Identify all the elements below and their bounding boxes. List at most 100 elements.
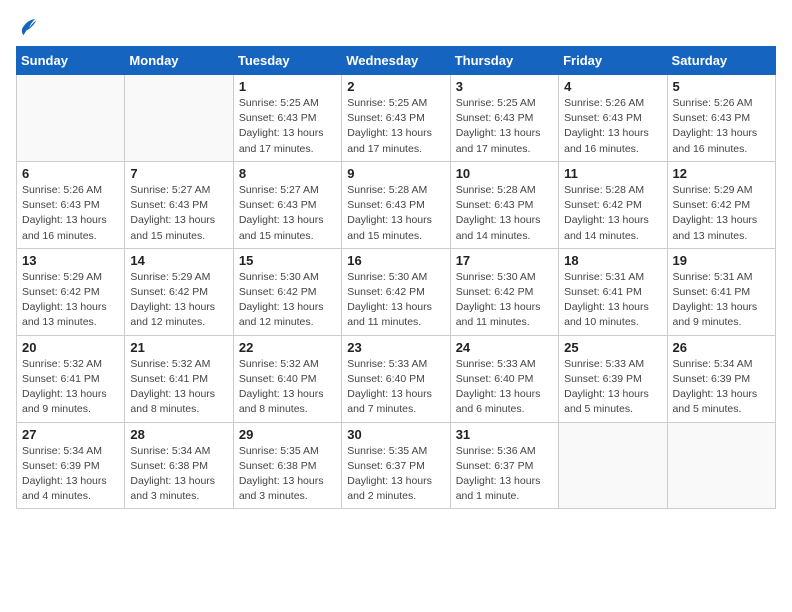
day-number: 30 [347,427,444,442]
day-info: Sunrise: 5:25 AM Sunset: 6:43 PM Dayligh… [456,96,553,157]
calendar-cell: 1 Sunrise: 5:25 AM Sunset: 6:43 PM Daylig… [233,75,341,162]
logo-bird-icon [16,16,38,38]
calendar-cell: 26 Sunrise: 5:34 AM Sunset: 6:39 PM Dayli… [667,335,775,422]
day-number: 29 [239,427,336,442]
day-number: 18 [564,253,661,268]
day-info: Sunrise: 5:26 AM Sunset: 6:43 PM Dayligh… [673,96,770,157]
calendar-header-row: SundayMondayTuesdayWednesdayThursdayFrid… [17,47,776,75]
calendar-cell: 23 Sunrise: 5:33 AM Sunset: 6:40 PM Dayli… [342,335,450,422]
day-number: 11 [564,166,661,181]
day-info: Sunrise: 5:28 AM Sunset: 6:43 PM Dayligh… [347,183,444,244]
day-number: 2 [347,79,444,94]
day-info: Sunrise: 5:32 AM Sunset: 6:41 PM Dayligh… [22,357,119,418]
day-info: Sunrise: 5:29 AM Sunset: 6:42 PM Dayligh… [22,270,119,331]
calendar-cell: 14 Sunrise: 5:29 AM Sunset: 6:42 PM Dayli… [125,248,233,335]
day-number: 9 [347,166,444,181]
calendar-cell [17,75,125,162]
calendar-cell: 2Sunrise: 5:25 AM Sunset: 6:43 PM Daylig… [342,75,450,162]
day-number: 13 [22,253,119,268]
calendar-cell: 31 Sunrise: 5:36 AM Sunset: 6:37 PM Dayli… [450,422,558,509]
calendar-cell: 28Sunrise: 5:34 AM Sunset: 6:38 PM Dayli… [125,422,233,509]
calendar-cell [667,422,775,509]
calendar-cell: 8Sunrise: 5:27 AM Sunset: 6:43 PM Daylig… [233,161,341,248]
day-info: Sunrise: 5:31 AM Sunset: 6:41 PM Dayligh… [564,270,661,331]
day-info: Sunrise: 5:36 AM Sunset: 6:37 PM Dayligh… [456,444,553,505]
day-number: 31 [456,427,553,442]
day-number: 23 [347,340,444,355]
day-info: Sunrise: 5:33 AM Sunset: 6:40 PM Dayligh… [347,357,444,418]
logo [16,16,42,38]
calendar-cell: 20Sunrise: 5:32 AM Sunset: 6:41 PM Dayli… [17,335,125,422]
calendar-cell [559,422,667,509]
day-info: Sunrise: 5:30 AM Sunset: 6:42 PM Dayligh… [347,270,444,331]
column-header-monday: Monday [125,47,233,75]
calendar-table: SundayMondayTuesdayWednesdayThursdayFrid… [16,46,776,509]
day-number: 14 [130,253,227,268]
day-number: 21 [130,340,227,355]
day-number: 24 [456,340,553,355]
calendar-cell [125,75,233,162]
day-info: Sunrise: 5:33 AM Sunset: 6:40 PM Dayligh… [456,357,553,418]
day-number: 15 [239,253,336,268]
calendar-cell: 7 Sunrise: 5:27 AM Sunset: 6:43 PM Daylig… [125,161,233,248]
day-info: Sunrise: 5:32 AM Sunset: 6:40 PM Dayligh… [239,357,336,418]
calendar-cell: 19Sunrise: 5:31 AM Sunset: 6:41 PM Dayli… [667,248,775,335]
calendar-cell: 10 Sunrise: 5:28 AM Sunset: 6:43 PM Dayli… [450,161,558,248]
column-header-wednesday: Wednesday [342,47,450,75]
day-number: 26 [673,340,770,355]
calendar-cell: 30 Sunrise: 5:35 AM Sunset: 6:37 PM Dayli… [342,422,450,509]
day-info: Sunrise: 5:29 AM Sunset: 6:42 PM Dayligh… [130,270,227,331]
calendar-cell: 22 Sunrise: 5:32 AM Sunset: 6:40 PM Dayli… [233,335,341,422]
day-info: Sunrise: 5:34 AM Sunset: 6:39 PM Dayligh… [22,444,119,505]
day-number: 7 [130,166,227,181]
column-header-friday: Friday [559,47,667,75]
day-info: Sunrise: 5:34 AM Sunset: 6:39 PM Dayligh… [673,357,770,418]
day-number: 25 [564,340,661,355]
day-number: 17 [456,253,553,268]
column-header-saturday: Saturday [667,47,775,75]
page-header [16,16,776,38]
calendar-cell: 25Sunrise: 5:33 AM Sunset: 6:39 PM Dayli… [559,335,667,422]
day-info: Sunrise: 5:25 AM Sunset: 6:43 PM Dayligh… [239,96,336,157]
day-number: 27 [22,427,119,442]
day-number: 22 [239,340,336,355]
calendar-cell: 13 Sunrise: 5:29 AM Sunset: 6:42 PM Dayli… [17,248,125,335]
day-number: 28 [130,427,227,442]
day-info: Sunrise: 5:31 AM Sunset: 6:41 PM Dayligh… [673,270,770,331]
day-info: Sunrise: 5:30 AM Sunset: 6:42 PM Dayligh… [239,270,336,331]
calendar-cell: 18 Sunrise: 5:31 AM Sunset: 6:41 PM Dayli… [559,248,667,335]
day-info: Sunrise: 5:30 AM Sunset: 6:42 PM Dayligh… [456,270,553,331]
calendar-cell: 3 Sunrise: 5:25 AM Sunset: 6:43 PM Daylig… [450,75,558,162]
day-info: Sunrise: 5:26 AM Sunset: 6:43 PM Dayligh… [564,96,661,157]
day-number: 16 [347,253,444,268]
day-info: Sunrise: 5:27 AM Sunset: 6:43 PM Dayligh… [130,183,227,244]
calendar-cell: 9 Sunrise: 5:28 AM Sunset: 6:43 PM Daylig… [342,161,450,248]
column-header-tuesday: Tuesday [233,47,341,75]
day-info: Sunrise: 5:28 AM Sunset: 6:42 PM Dayligh… [564,183,661,244]
column-header-sunday: Sunday [17,47,125,75]
day-info: Sunrise: 5:35 AM Sunset: 6:37 PM Dayligh… [347,444,444,505]
day-number: 1 [239,79,336,94]
day-number: 3 [456,79,553,94]
day-info: Sunrise: 5:29 AM Sunset: 6:42 PM Dayligh… [673,183,770,244]
day-info: Sunrise: 5:28 AM Sunset: 6:43 PM Dayligh… [456,183,553,244]
week-row-4: 20Sunrise: 5:32 AM Sunset: 6:41 PM Dayli… [17,335,776,422]
day-info: Sunrise: 5:27 AM Sunset: 6:43 PM Dayligh… [239,183,336,244]
calendar-cell: 11 Sunrise: 5:28 AM Sunset: 6:42 PM Dayli… [559,161,667,248]
day-info: Sunrise: 5:26 AM Sunset: 6:43 PM Dayligh… [22,183,119,244]
day-number: 6 [22,166,119,181]
calendar-cell: 21Sunrise: 5:32 AM Sunset: 6:41 PM Dayli… [125,335,233,422]
day-number: 4 [564,79,661,94]
day-number: 5 [673,79,770,94]
day-number: 10 [456,166,553,181]
day-number: 12 [673,166,770,181]
calendar-cell: 6 Sunrise: 5:26 AM Sunset: 6:43 PM Daylig… [17,161,125,248]
week-row-2: 6 Sunrise: 5:26 AM Sunset: 6:43 PM Daylig… [17,161,776,248]
calendar-cell: 16 Sunrise: 5:30 AM Sunset: 6:42 PM Dayli… [342,248,450,335]
column-header-thursday: Thursday [450,47,558,75]
calendar-cell: 12 Sunrise: 5:29 AM Sunset: 6:42 PM Dayli… [667,161,775,248]
week-row-5: 27 Sunrise: 5:34 AM Sunset: 6:39 PM Dayli… [17,422,776,509]
calendar-cell: 29Sunrise: 5:35 AM Sunset: 6:38 PM Dayli… [233,422,341,509]
week-row-1: 1 Sunrise: 5:25 AM Sunset: 6:43 PM Daylig… [17,75,776,162]
calendar-cell: 4 Sunrise: 5:26 AM Sunset: 6:43 PM Daylig… [559,75,667,162]
